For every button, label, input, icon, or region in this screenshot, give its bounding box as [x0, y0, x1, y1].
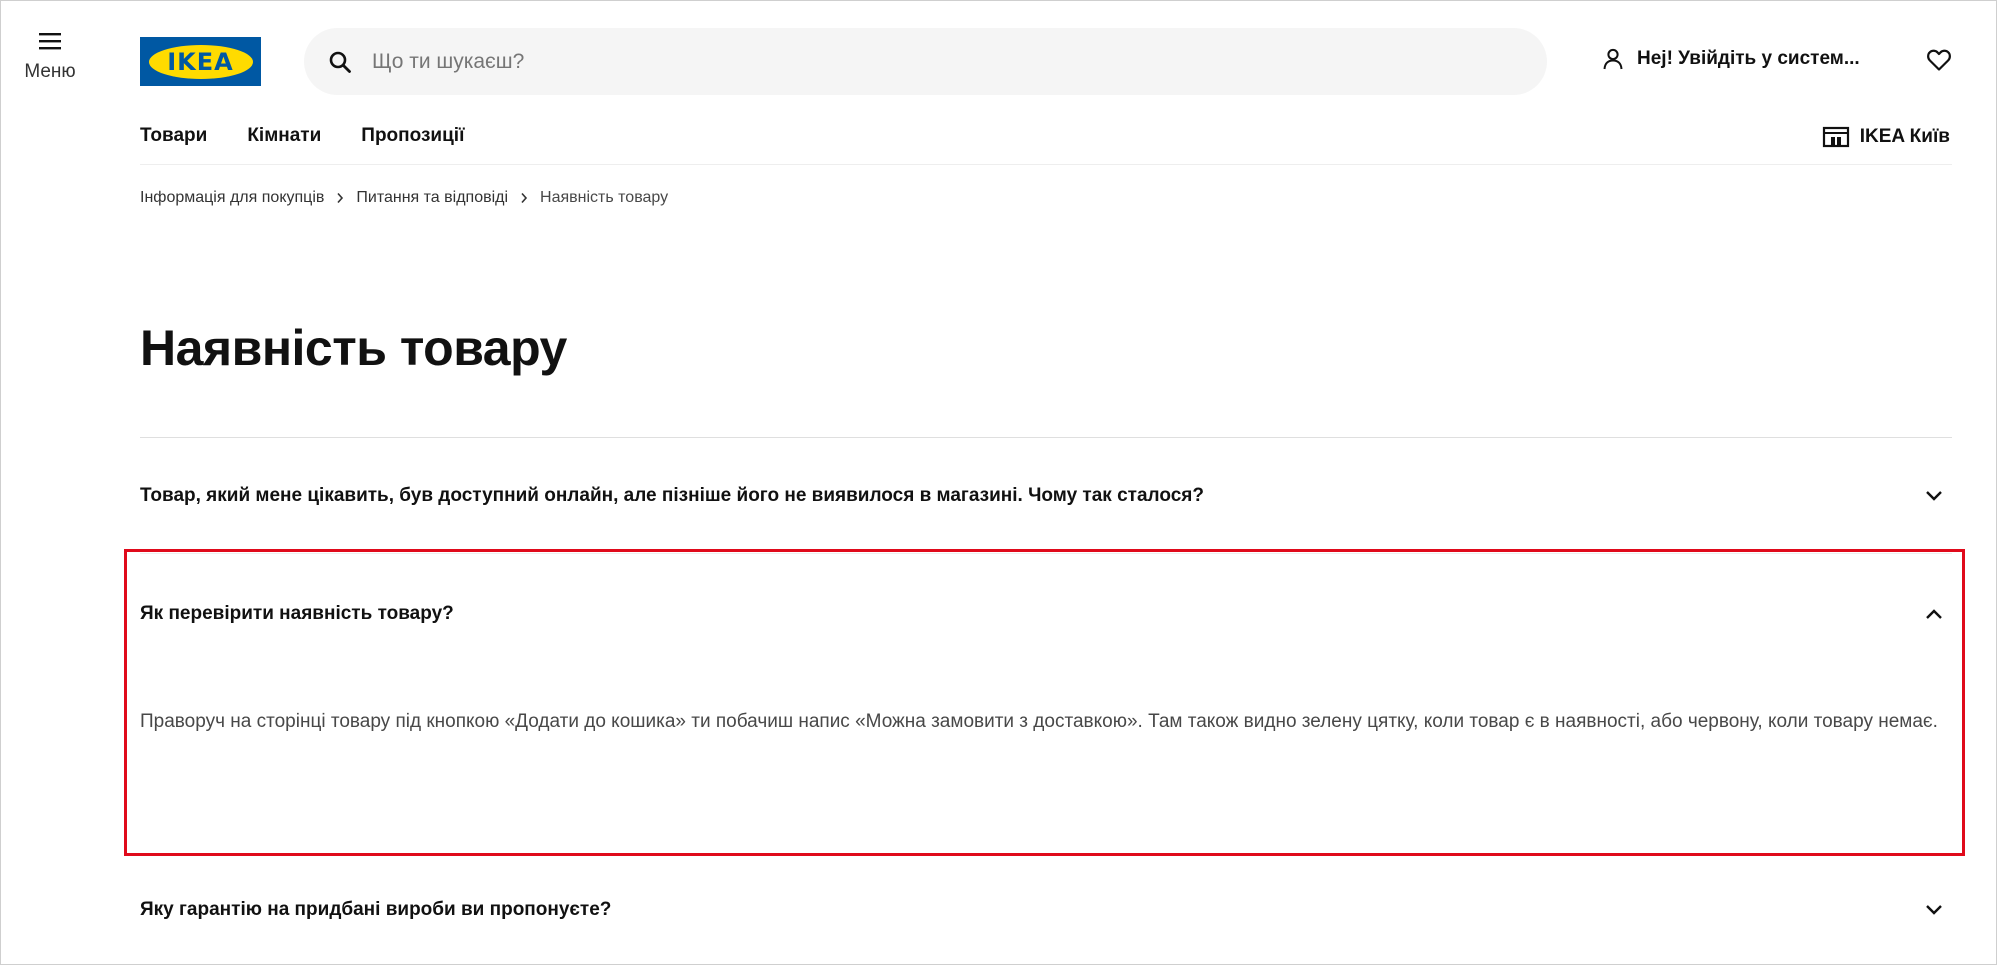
breadcrumb: Інформація для покупців Питання та відпо…: [140, 189, 668, 207]
chevron-right-icon: [336, 192, 344, 204]
heart-icon: [1927, 49, 1951, 71]
faq-toggle[interactable]: Яку гарантію на придбані вироби ви пропо…: [140, 899, 1952, 921]
highlight-box: [124, 549, 1965, 856]
faq-question: Яку гарантію на придбані вироби ви пропо…: [140, 899, 612, 920]
faq-question: Товар, який мене цікавить, був доступний…: [140, 485, 1204, 506]
chevron-down-icon: [1926, 905, 1942, 915]
breadcrumb-current: Наявність товару: [540, 189, 669, 206]
page-frame: Меню IKEA Неj! Увійдіть у систем... Това…: [0, 0, 1997, 965]
search-bar[interactable]: [304, 28, 1547, 95]
menu-button[interactable]: Меню: [15, 31, 85, 83]
chevron-right-icon: [520, 192, 528, 204]
faq-item: Яку гарантію на придбані вироби ви пропо…: [140, 899, 1952, 921]
store-icon: [1822, 126, 1849, 148]
nav-item-products[interactable]: Товари: [140, 125, 207, 147]
chevron-down-icon: [1926, 491, 1942, 501]
logo-text: IKEA: [167, 47, 234, 76]
person-icon: [1603, 48, 1623, 70]
nav-divider: [140, 164, 1952, 165]
search-icon: [329, 51, 351, 73]
account-button[interactable]: Неj! Увійдіть у систем...: [1601, 47, 1860, 71]
hamburger-icon: [39, 33, 61, 50]
logo-ellipse: IKEA: [148, 44, 253, 79]
nav-item-rooms[interactable]: Кімнати: [247, 125, 321, 147]
store-label: IKEA Київ: [1859, 126, 1950, 147]
breadcrumb-item[interactable]: Інформація для покупців: [140, 189, 324, 207]
page-title: Наявність товару: [140, 320, 567, 376]
ikea-logo[interactable]: IKEA: [140, 37, 261, 86]
main-nav: Товари Кімнати Пропозиції: [140, 125, 464, 147]
faq-item: Товар, який мене цікавить, був доступний…: [140, 485, 1952, 507]
wishlist-button[interactable]: [1926, 48, 1952, 77]
breadcrumb-item[interactable]: Питання та відповіді: [356, 189, 508, 207]
menu-label: Меню: [24, 61, 76, 82]
nav-item-offers[interactable]: Пропозиції: [361, 125, 464, 147]
divider: [140, 437, 1952, 438]
faq-toggle[interactable]: Товар, який мене цікавить, був доступний…: [140, 485, 1952, 507]
store-selector[interactable]: IKEA Київ: [1822, 125, 1950, 149]
search-input[interactable]: [370, 48, 1474, 75]
account-label: Неj! Увійдіть у систем...: [1637, 48, 1860, 69]
